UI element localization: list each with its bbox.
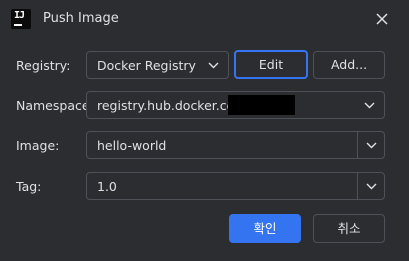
dialog-title: Push Image — [43, 11, 119, 26]
intellij-idea-icon: IJ — [11, 9, 31, 29]
app-icon-text: IJ — [14, 10, 25, 21]
edit-button[interactable]: Edit — [234, 50, 308, 79]
ok-button[interactable]: 확인 — [229, 214, 301, 243]
redaction-box — [228, 95, 295, 115]
tag-label: Tag: — [16, 179, 42, 194]
tag-value: 1.0 — [97, 179, 117, 194]
registry-select[interactable]: Docker Registry — [86, 51, 229, 79]
tag-dropdown-button[interactable] — [357, 173, 384, 199]
chevron-down-icon[interactable] — [364, 102, 375, 109]
chevron-down-icon — [366, 183, 377, 190]
image-value: hello-world — [97, 138, 167, 153]
add-button[interactable]: Add... — [313, 51, 385, 79]
image-label: Image: — [16, 138, 60, 153]
chevron-down-icon — [208, 62, 219, 69]
tag-combobox[interactable]: 1.0 — [86, 172, 385, 200]
image-dropdown-button[interactable] — [357, 132, 384, 158]
registry-value: Docker Registry — [97, 58, 196, 73]
cancel-button[interactable]: 취소 — [313, 214, 385, 243]
close-icon[interactable] — [375, 12, 389, 26]
registry-label: Registry: — [16, 58, 71, 73]
image-combobox[interactable]: hello-world — [86, 131, 385, 159]
chevron-down-icon — [366, 142, 377, 149]
namespace-label: Namespace: — [16, 98, 94, 113]
push-image-dialog: IJ Push Image Registry: Docker Registry … — [0, 0, 409, 261]
